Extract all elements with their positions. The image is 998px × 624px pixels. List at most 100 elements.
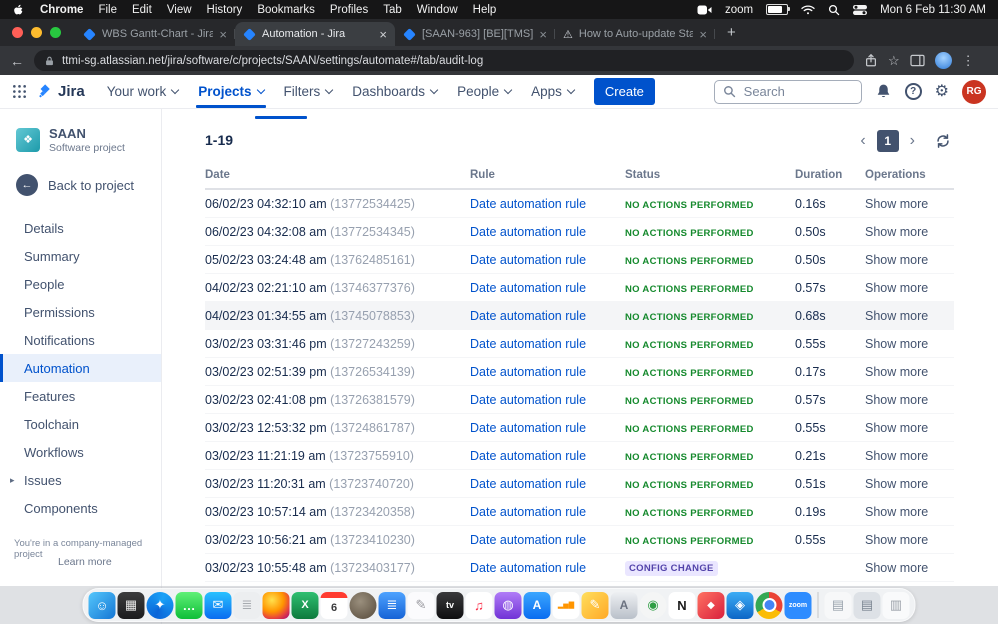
show-more-link[interactable]: Show more (865, 449, 954, 463)
learn-more-link[interactable]: Learn more (58, 556, 112, 568)
browser-menu-icon[interactable]: ⋮ (962, 53, 975, 69)
browser-tab-automation-jira[interactable]: Automation - Jira × (235, 22, 395, 46)
dock-automator-icon[interactable]: A (610, 591, 638, 619)
dock-file-dark-icon[interactable]: ▤ (853, 591, 881, 619)
dock-red-app-icon[interactable]: ◆ (697, 591, 725, 619)
dock-chrome-icon[interactable] (755, 591, 783, 619)
show-more-link[interactable]: Show more (865, 337, 954, 351)
dock-apple-tv-icon[interactable]: tv (436, 591, 464, 619)
rule-link[interactable]: Date automation rule (470, 393, 625, 407)
dock-vscode-icon[interactable]: ◈ (726, 591, 754, 619)
control-center-icon[interactable] (853, 4, 868, 15)
wifi-icon[interactable] (801, 5, 815, 15)
dock-app-store-icon[interactable]: A (523, 591, 551, 619)
zoom-camera-icon[interactable] (697, 5, 712, 15)
dock-calendar-icon[interactable]: 6 (320, 591, 348, 619)
sidebar-item-people[interactable]: People (0, 270, 161, 298)
dock-stats-app-icon[interactable]: ▂▅▇ (552, 591, 580, 619)
show-more-link[interactable]: Show more (865, 533, 954, 547)
back-to-project-link[interactable]: ← Back to project (16, 174, 134, 196)
window-minimize-button[interactable] (31, 27, 42, 38)
next-page-button[interactable]: › (910, 133, 915, 149)
menu-profiles[interactable]: Profiles (330, 4, 368, 16)
dock-launchpad-icon[interactable]: ▦ (117, 591, 145, 619)
window-zoom-button[interactable] (50, 27, 61, 38)
browser-tab-how-to-auto-update-start-e[interactable]: ⚠ How to Auto-update Start & e × (555, 22, 715, 46)
rule-link[interactable]: Date automation rule (470, 309, 625, 323)
show-more-link[interactable]: Show more (865, 393, 954, 407)
nav-item-filters[interactable]: Filters (274, 75, 343, 108)
new-tab-button[interactable]: + (727, 24, 736, 41)
nav-item-projects[interactable]: Projects (188, 75, 273, 108)
menu-history[interactable]: History (207, 4, 243, 16)
battery-icon[interactable] (766, 4, 791, 15)
menu-file[interactable]: File (98, 4, 117, 16)
dock-mail-icon[interactable]: ✉ (204, 591, 232, 619)
show-more-link[interactable]: Show more (865, 197, 954, 211)
dock-pencil-app-icon[interactable]: ✎ (581, 591, 609, 619)
tab-close-icon[interactable]: × (699, 27, 707, 42)
search-input[interactable] (741, 83, 853, 100)
rule-link[interactable]: Date automation rule (470, 477, 625, 491)
rule-link[interactable]: Date automation rule (470, 225, 625, 239)
settings-gear-icon[interactable]: ⚙ (935, 83, 949, 100)
jira-logo[interactable]: Jira (37, 83, 85, 100)
sidebar-item-summary[interactable]: Summary (0, 242, 161, 270)
bookmark-star-icon[interactable]: ☆ (888, 53, 900, 69)
rule-link[interactable]: Date automation rule (470, 421, 625, 435)
search-field[interactable] (713, 79, 862, 104)
notifications-bell-icon[interactable] (875, 83, 892, 100)
sidebar-item-workflows[interactable]: Workflows (0, 438, 161, 466)
back-button[interactable]: ← (10, 54, 24, 68)
menu-bar-clock[interactable]: Mon 6 Feb 11:30 AM (880, 4, 986, 16)
nav-item-people[interactable]: People (447, 75, 521, 108)
browser-tab-saan-963-be-tms-grpc[interactable]: [SAAN-963] [BE][TMS] gRPC × (395, 22, 555, 46)
current-page-button[interactable]: 1 (876, 130, 899, 152)
dock-finder-icon[interactable]: ☺ (88, 591, 116, 619)
show-more-link[interactable]: Show more (865, 309, 954, 323)
menu-help[interactable]: Help (473, 4, 497, 16)
rule-link[interactable]: Date automation rule (470, 337, 625, 351)
refresh-icon[interactable] (934, 132, 952, 150)
dock-globe-app-icon[interactable]: ◉ (639, 591, 667, 619)
nav-item-dashboards[interactable]: Dashboards (342, 75, 447, 108)
window-close-button[interactable] (12, 27, 23, 38)
app-switcher-icon[interactable] (12, 84, 27, 99)
menu-window[interactable]: Window (417, 4, 458, 16)
address-bar[interactable]: ttmi-sg.atlassian.net/jira/software/c/pr… (34, 50, 854, 71)
menu-tab[interactable]: Tab (383, 4, 402, 16)
tab-close-icon[interactable]: × (539, 27, 547, 42)
dock-excel-icon[interactable]: X (291, 591, 319, 619)
show-more-link[interactable]: Show more (865, 253, 954, 267)
rule-link[interactable]: Date automation rule (470, 365, 625, 379)
dock-podcasts-icon[interactable]: ◍ (494, 591, 522, 619)
menu-edit[interactable]: Edit (132, 4, 152, 16)
dock-trash-icon[interactable]: ▥ (882, 591, 910, 619)
rule-link[interactable]: Date automation rule (470, 197, 625, 211)
zoom-menu-label[interactable]: zoom (725, 4, 753, 16)
dock-zoom-icon[interactable]: zoom (784, 591, 812, 619)
create-button[interactable]: Create (593, 78, 655, 105)
tab-close-icon[interactable]: × (219, 27, 227, 42)
show-more-link[interactable]: Show more (865, 365, 954, 379)
dock-messages-icon[interactable]: … (175, 591, 203, 619)
dock-notes-app-icon[interactable]: ≣ (378, 591, 406, 619)
nav-item-apps[interactable]: Apps (521, 75, 584, 108)
sidebar-item-components[interactable]: Components (0, 494, 161, 522)
share-icon[interactable] (864, 53, 878, 68)
sidebar-item-issues[interactable]: ▸ Issues (0, 466, 161, 494)
sidebar-item-details[interactable]: Details (0, 214, 161, 242)
show-more-link[interactable]: Show more (865, 477, 954, 491)
browser-profile-avatar[interactable] (934, 52, 952, 69)
user-avatar[interactable]: RG (962, 79, 986, 104)
help-icon[interactable]: ? (904, 83, 922, 100)
dock-round-app-icon[interactable] (349, 591, 377, 619)
menu-bookmarks[interactable]: Bookmarks (257, 4, 315, 16)
apple-logo-icon[interactable] (12, 3, 25, 17)
tab-close-icon[interactable]: × (379, 27, 387, 42)
browser-tab-wbs-gantt-chart-jira[interactable]: WBS Gantt-Chart - Jira × (75, 22, 235, 46)
rule-link[interactable]: Date automation rule (470, 281, 625, 295)
nav-item-your-work[interactable]: Your work (97, 75, 189, 108)
rule-link[interactable]: Date automation rule (470, 253, 625, 267)
dock-file-light-icon[interactable]: ▤ (824, 591, 852, 619)
